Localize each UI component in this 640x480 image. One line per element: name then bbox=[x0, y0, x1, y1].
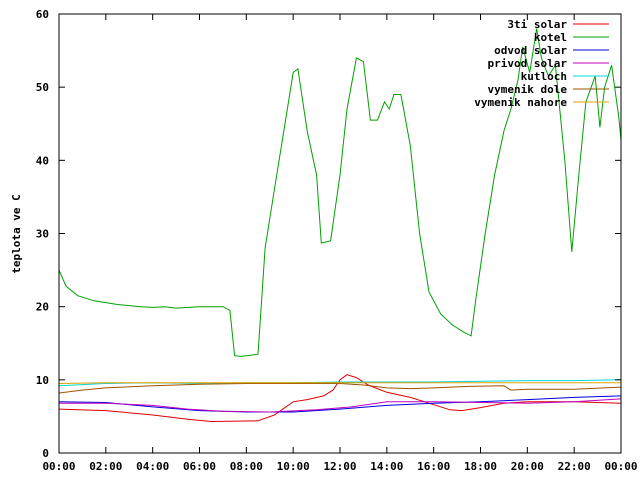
x-tick-label: 20:00 bbox=[511, 460, 544, 473]
x-tick-label: 18:00 bbox=[464, 460, 497, 473]
y-tick-label: 10 bbox=[36, 374, 49, 387]
legend-label: privod solar bbox=[488, 57, 568, 70]
x-tick-label: 08:00 bbox=[230, 460, 263, 473]
y-tick-label: 60 bbox=[36, 8, 49, 21]
x-tick-label: 00:00 bbox=[42, 460, 75, 473]
x-tick-label: 04:00 bbox=[136, 460, 169, 473]
series-line-3 bbox=[59, 398, 621, 413]
y-tick-label: 30 bbox=[36, 228, 49, 241]
x-tick-label: 10:00 bbox=[277, 460, 310, 473]
series-line-5 bbox=[59, 383, 621, 394]
y-tick-label: 40 bbox=[36, 154, 49, 167]
y-tick-label: 0 bbox=[42, 447, 49, 460]
legend-label: kutloch bbox=[521, 70, 567, 83]
x-tick-label: 14:00 bbox=[370, 460, 403, 473]
legend-label: 3ti solar bbox=[507, 18, 567, 31]
legend: 3ti solarkotelodvod solarprivod solarkut… bbox=[474, 18, 609, 109]
y-axis-label: teplota ve C bbox=[10, 194, 23, 273]
x-tick-label: 16:00 bbox=[417, 460, 450, 473]
x-tick-label: 22:00 bbox=[558, 460, 591, 473]
series-line-2 bbox=[59, 395, 621, 413]
legend-label: vymenik nahore bbox=[474, 96, 567, 109]
x-tick-label: 02:00 bbox=[89, 460, 122, 473]
y-tick-label: 50 bbox=[36, 81, 49, 94]
line-chart: 0 10 20 30 40 50 60 00:00 02:00 04:00 06:00 08:00 1… bbox=[10, 8, 638, 473]
x-tick-label: 00:00 bbox=[604, 460, 637, 473]
legend-label: vymenik dole bbox=[488, 83, 568, 96]
x-tick-label: 12:00 bbox=[323, 460, 356, 473]
x-tick-label: 06:00 bbox=[183, 460, 216, 473]
legend-label: odvod solar bbox=[494, 44, 567, 57]
y-tick-label: 20 bbox=[36, 301, 49, 314]
legend-label: kotel bbox=[534, 31, 567, 44]
